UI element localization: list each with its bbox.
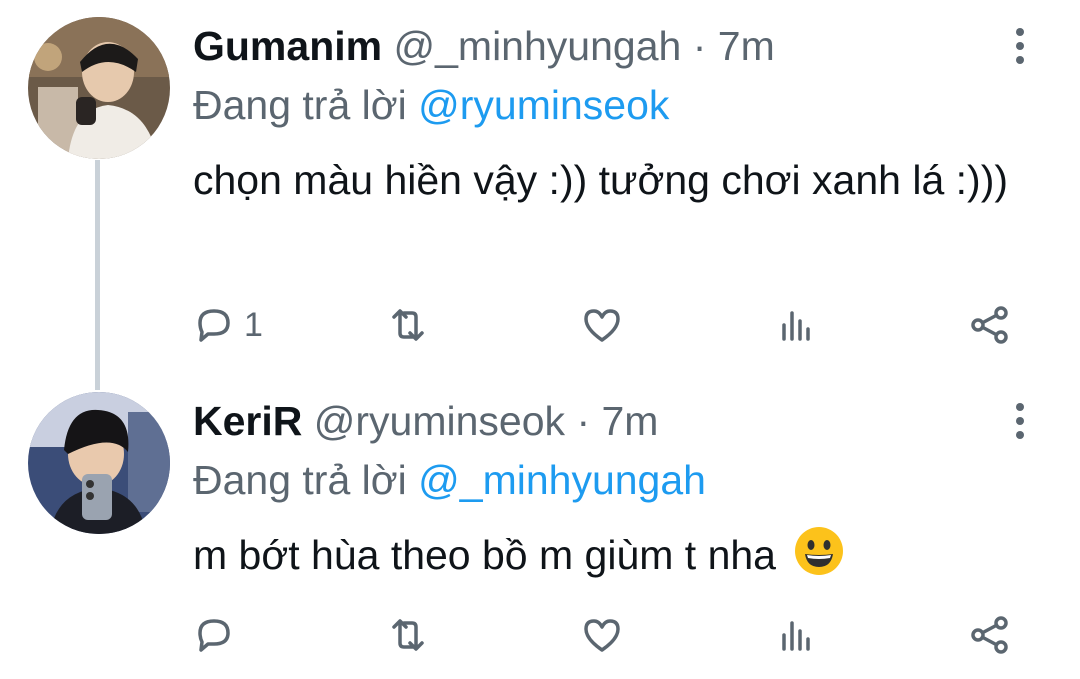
analytics-button[interactable] [774, 300, 818, 350]
username[interactable]: @ryuminseok [314, 398, 565, 444]
more-vertical-icon[interactable] [1009, 28, 1031, 68]
reply-button[interactable]: 1 [192, 300, 263, 350]
replying-to: Đang trả lời @_minhyungah [193, 452, 706, 508]
replying-to-label: Đang trả lời [193, 82, 407, 128]
reply-icon [198, 619, 230, 652]
timestamp[interactable]: 7m [718, 23, 775, 69]
share-button[interactable] [968, 610, 1012, 660]
display-name[interactable]: Gumanim [193, 23, 382, 69]
analytics-icon [782, 311, 810, 341]
more-vertical-icon[interactable] [1009, 403, 1031, 443]
timestamp[interactable]: 7m [602, 398, 659, 444]
share-button[interactable] [968, 300, 1012, 350]
tweet-text: m bớt hùa theo bồ m giùm t nha [193, 525, 1033, 583]
separator-dot: · [576, 398, 591, 444]
tweet[interactable]: Gumanim @_minhyungah · 7m Đang trả lời @… [0, 0, 1080, 390]
display-name[interactable]: KeriR [193, 398, 302, 444]
tweet-header: KeriR @ryuminseok · 7m [193, 393, 658, 449]
tweet-text: chọn màu hiền vậy :)) tưởng chơi xanh lá… [193, 157, 1008, 203]
tweet-actions [0, 610, 1080, 660]
separator-dot: · [692, 23, 707, 69]
heart-icon [584, 309, 620, 342]
like-button[interactable] [580, 610, 624, 660]
tweet-text-content: m bớt hùa theo bồ m giùm t nha [193, 532, 776, 578]
heart-icon [584, 619, 620, 652]
analytics-button[interactable] [774, 610, 818, 660]
retweet-button[interactable] [386, 300, 430, 350]
retweet-button[interactable] [386, 610, 430, 660]
like-button[interactable] [580, 300, 624, 350]
tweet-header: Gumanim @_minhyungah · 7m [193, 18, 775, 74]
replying-to-label: Đang trả lời [193, 457, 407, 503]
tweet[interactable]: KeriR @ryuminseok · 7m Đang trả lời @_mi… [0, 375, 1080, 679]
analytics-icon [782, 621, 810, 651]
reply-button[interactable] [192, 610, 236, 660]
reply-count: 1 [244, 305, 263, 344]
reply-icon [198, 309, 230, 342]
share-icon [971, 616, 1008, 654]
grinning-face-emoji [795, 527, 844, 575]
share-icon [971, 306, 1008, 344]
retweet-icon [392, 309, 424, 341]
mention-link[interactable]: @ryuminseok [418, 82, 669, 128]
tweet-actions: 1 [0, 300, 1080, 350]
username[interactable]: @_minhyungah [394, 23, 682, 69]
retweet-icon [392, 619, 424, 651]
mention-link[interactable]: @_minhyungah [418, 457, 706, 503]
replying-to: Đang trả lời @ryuminseok [193, 77, 669, 133]
avatar-kerir[interactable] [28, 392, 170, 534]
avatar-gumanim[interactable] [28, 17, 170, 159]
thread-line [95, 160, 100, 390]
